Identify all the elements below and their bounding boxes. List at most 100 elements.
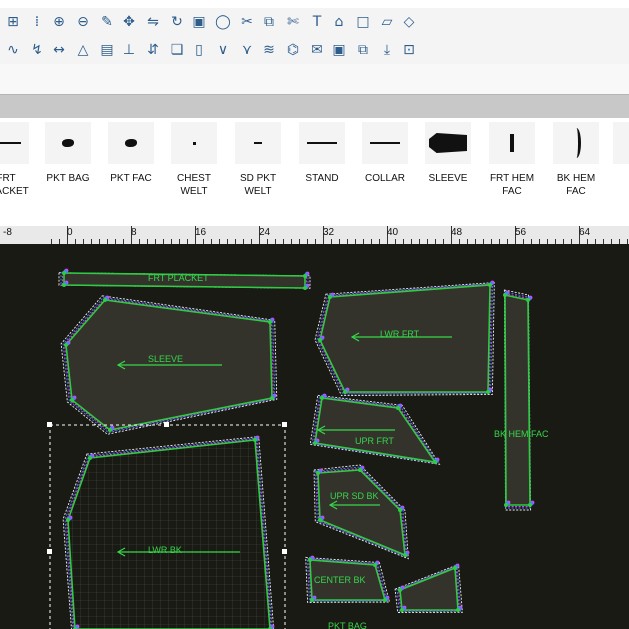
duplicate-icon[interactable]: ⧉ (350, 39, 376, 61)
piece-sleeve[interactable] (60, 295, 278, 435)
piece-card-pkt-fac[interactable]: PKT FAC (103, 122, 159, 222)
ruler-label: 16 (195, 227, 207, 238)
piece-label: BK HEM FAC (556, 173, 596, 197)
grid-snap-icon[interactable]: ⊞ (0, 11, 26, 33)
panel-header-band (0, 94, 629, 119)
piece-label: FRT HEM FAC (489, 173, 535, 197)
piece-upr-sd-bk[interactable] (313, 464, 410, 560)
toolbar-row-2: ∿ ↯ ↔ △ ▤ ⊥ ⇵ ❏ ▯ ∨ ⋎ ≋ ⌬ ✉ ▣ ⧉ ⤓ ⊡ (0, 36, 629, 64)
measure-icon[interactable]: ↔ (48, 39, 70, 61)
piece-thumbnail (613, 122, 629, 164)
fold-icon[interactable]: ⌬ (280, 39, 306, 61)
piece-thumbnail (108, 122, 154, 164)
piece-select-icon[interactable]: ▣ (328, 39, 350, 61)
text-icon[interactable]: T (306, 11, 328, 33)
export-icon[interactable]: ⤓ (376, 39, 398, 61)
piece-card-stand[interactable]: STAND (294, 122, 350, 222)
piece-thumbnail (489, 122, 535, 164)
label-upr-frt: UPR FRT (355, 436, 394, 446)
toolbar-row-1: ⊞ ⁞ ⊕ ⊖ ✎ ✥ ⇋ ↻ ▣ ◯ ✂ ⧉ ✄ T ⌂ □ ▱ ◇ (0, 8, 629, 36)
pattern-canvas[interactable]: FRT PLACKET SLEEVE LWR FRT UPR FRT BK HE… (0, 244, 629, 629)
piece-thumbnail (299, 122, 345, 164)
label-frt-placket: FRT PLACKET (148, 273, 209, 283)
piece-properties-icon[interactable]: ▣ (188, 11, 210, 33)
piece-label: CHEST WELT (177, 173, 211, 197)
triangle-icon[interactable]: △ (70, 39, 96, 61)
label-pkt-bag: PKT BAG (328, 621, 367, 629)
piece-lwr-bk[interactable] (62, 435, 275, 629)
piece-label: SD PKT WELT (239, 173, 277, 197)
label-upr-sd-bk: UPR SD BK (330, 491, 379, 501)
piece-card-partial[interactable] (608, 122, 629, 222)
diamond-icon[interactable]: ◇ (398, 11, 420, 33)
rectangle-icon[interactable]: □ (350, 11, 376, 33)
piece-label: STAND (305, 173, 339, 184)
notch-icon[interactable]: ⊥ (118, 39, 140, 61)
table-icon[interactable]: ▤ (96, 39, 118, 61)
copy-piece-icon[interactable]: ⧉ (258, 11, 280, 33)
label-lwr-frt: LWR FRT (380, 329, 420, 339)
ruler-label: 24 (259, 227, 271, 238)
piece-label: FRT PLACKET (0, 173, 29, 197)
mail-icon[interactable]: ✉ (306, 39, 328, 61)
piece-thumbnail (235, 122, 281, 164)
edit-point-icon[interactable]: ✎ (96, 11, 118, 33)
piece-card-pkt-bag[interactable]: PKT BAG (40, 122, 96, 222)
parallelogram-icon[interactable]: ▱ (376, 11, 398, 33)
circle-icon[interactable]: ◯ (210, 11, 236, 33)
add-point-icon[interactable]: ⊕ (48, 11, 70, 33)
piece-card-sleeve[interactable]: SLEEVE (420, 122, 476, 222)
cut-piece-icon[interactable]: ✄ (280, 11, 306, 33)
piece-label: SLEEVE (428, 173, 468, 184)
move-point-icon[interactable]: ✥ (118, 11, 140, 33)
piece-card-frt-placket[interactable]: FRT PLACKET (0, 122, 34, 222)
label-sleeve: SLEEVE (148, 354, 183, 364)
shape-icon[interactable]: ⌂ (328, 11, 350, 33)
pattern-drawing[interactable]: FRT PLACKET SLEEVE LWR FRT UPR FRT BK HE… (0, 244, 629, 629)
piece-thumbnail (425, 122, 471, 164)
label-center-bk: CENTER BK (314, 575, 366, 585)
pieces-panel: FRT PLACKET PKT BAG PKT FAC CHEST WELT SD PK… (0, 118, 629, 226)
piece-thumbnail (45, 122, 91, 164)
piece-label: PKT BAG (46, 173, 90, 184)
rotate-icon[interactable]: ↻ (166, 11, 188, 33)
horizontal-ruler: -8 0 8 16 24 32 40 48 56 64 (0, 226, 629, 245)
mirror-icon[interactable]: ⇋ (140, 11, 166, 33)
cut-line-icon[interactable]: ↯ (26, 39, 48, 61)
add-notch-icon[interactable]: ⊖ (70, 11, 96, 33)
ruler-label: -8 (3, 227, 12, 238)
piece-thumbnail (362, 122, 408, 164)
ruler-label: 8 (131, 227, 137, 238)
piece-bk-hem-fac[interactable] (503, 289, 535, 511)
ruler-label: 56 (515, 227, 527, 238)
ruler-label: 64 (579, 227, 591, 238)
piece-thumbnail (0, 122, 29, 164)
dart-icon[interactable]: ⋎ (236, 39, 258, 61)
curve-icon[interactable]: ∿ (0, 39, 26, 61)
grade-icon[interactable]: ⇵ (140, 39, 166, 61)
vertical-notch-icon[interactable]: ∨ (210, 39, 236, 61)
piece-card-sd-pkt-welt[interactable]: SD PKT WELT (230, 122, 286, 222)
piece-label: PKT FAC (110, 173, 152, 184)
piece-card-frt-hem-fac[interactable]: FRT HEM FAC (484, 122, 540, 222)
page-icon[interactable]: ▯ (188, 39, 210, 61)
pattern-copy-icon[interactable]: ❏ (166, 39, 188, 61)
piece-card-bk-hem-fac[interactable]: BK HEM FAC (548, 122, 604, 222)
sew-icon[interactable]: ✂ (236, 11, 258, 33)
toolbar-spacer (0, 64, 629, 94)
lock-icon[interactable]: ⊡ (398, 39, 420, 61)
label-bk-hem-fac: BK HEM FAC (494, 429, 549, 439)
piece-card-collar[interactable]: COLLAR (357, 122, 413, 222)
piece-pkt-fac[interactable] (394, 563, 463, 613)
ruler-label: 0 (67, 227, 73, 238)
ruler-label: 40 (387, 227, 399, 238)
grid-dots-icon[interactable]: ⁞ (26, 11, 48, 33)
piece-upr-frt[interactable] (309, 393, 441, 465)
piece-thumbnail (171, 122, 217, 164)
label-lwr-bk: LWR BK (148, 545, 182, 555)
piece-thumbnail (553, 122, 599, 164)
piece-card-chest-welt[interactable]: CHEST WELT (166, 122, 222, 222)
piece-label: COLLAR (364, 173, 405, 184)
pleat-icon[interactable]: ≋ (258, 39, 280, 61)
ruler-label: 32 (323, 227, 335, 238)
